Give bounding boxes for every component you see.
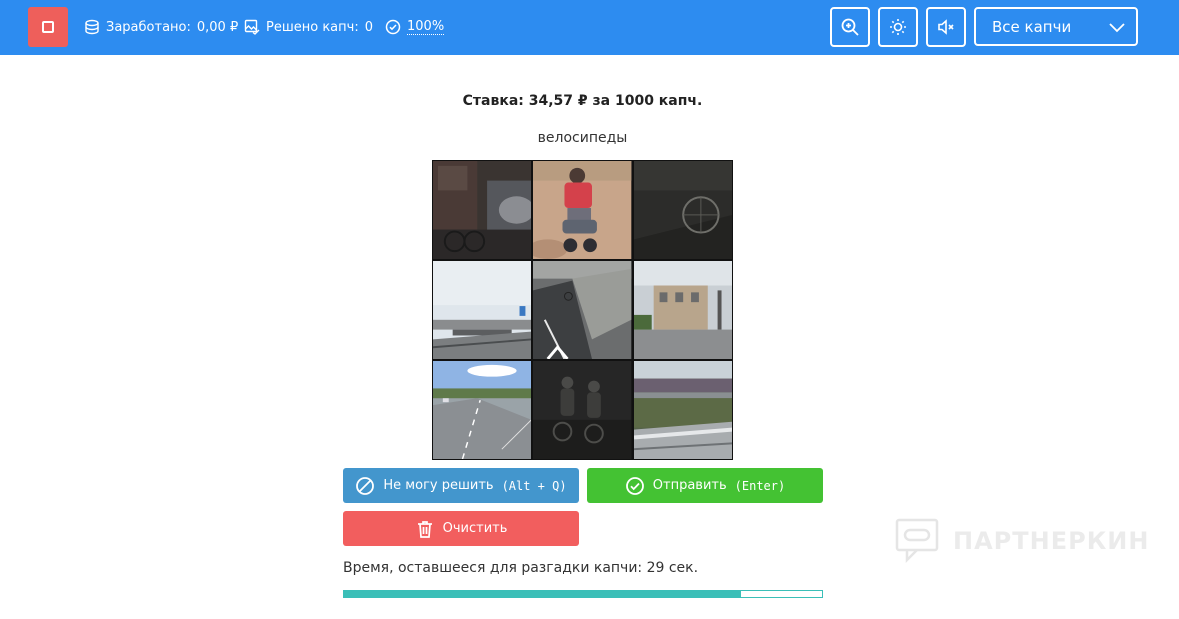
task-label: велосипеды	[537, 130, 628, 146]
watermark: ПАРТНЕРКИН	[893, 516, 1149, 566]
timer-text: Время, оставшееся для разгадки капчи: 29…	[343, 560, 699, 576]
captcha-tile-5[interactable]	[533, 261, 632, 359]
coins-icon	[85, 19, 99, 35]
rate-text: Ставка: 34,57 ₽ за 1000 капч.	[462, 93, 703, 109]
ban-icon	[356, 476, 375, 495]
submit-button[interactable]: Отправить (Enter)	[587, 468, 823, 503]
earned-label: Заработано:	[106, 19, 191, 35]
captcha-tile-6[interactable]	[633, 261, 732, 359]
image-check-icon	[244, 19, 260, 35]
solved-label: Решено капч:	[266, 19, 359, 35]
check-circle-icon	[625, 476, 644, 495]
captcha-tile-2[interactable]	[533, 161, 632, 259]
captcha-tile-3[interactable]	[633, 161, 732, 259]
submit-label: Отправить	[652, 478, 727, 493]
captcha-tile-7[interactable]	[433, 361, 532, 459]
trash-icon	[417, 520, 432, 538]
watermark-logo-icon	[895, 518, 939, 564]
submit-hotkey: (Enter)	[734, 478, 786, 493]
zoom-icon	[841, 18, 859, 36]
cant-solve-hotkey: (Alt + Q)	[501, 478, 567, 493]
earned-stat: Заработано: 0,00 ₽	[84, 18, 238, 36]
brightness-button[interactable]	[878, 7, 918, 47]
captcha-type-select[interactable]: Все капчи	[974, 7, 1138, 46]
top-bar: Заработано: 0,00 ₽ Решено капч: 0 100% В…	[0, 0, 1179, 55]
solved-value: 0	[364, 19, 373, 35]
captcha-tile-1[interactable]	[433, 161, 532, 259]
captcha-grid	[432, 160, 733, 460]
solved-stat: Решено капч: 0	[244, 18, 373, 36]
sound-button[interactable]	[926, 7, 966, 47]
captcha-type-value: Все капчи	[992, 17, 1072, 36]
earned-value: 0,00 ₽	[196, 19, 239, 35]
clear-label: Очистить	[442, 521, 508, 536]
check-circle-icon	[385, 19, 401, 35]
timer-progress-bar	[343, 590, 823, 598]
captcha-tile-4[interactable]	[433, 261, 532, 359]
chevron-down-icon	[1109, 22, 1125, 32]
zoom-button[interactable]	[830, 7, 870, 47]
stop-button[interactable]	[28, 7, 68, 47]
clear-button[interactable]: Очистить	[343, 511, 579, 546]
brightness-icon	[890, 19, 906, 35]
accuracy-stat[interactable]: 100%	[385, 18, 445, 36]
captcha-tile-9[interactable]	[633, 361, 732, 459]
timer-progress-fill	[344, 591, 741, 597]
mute-icon	[938, 19, 954, 35]
accuracy-value[interactable]: 100%	[407, 19, 445, 35]
cant-solve-button[interactable]: Не могу решить (Alt + Q)	[343, 468, 579, 503]
watermark-text: ПАРТНЕРКИН	[953, 527, 1150, 555]
cant-solve-label: Не могу решить	[383, 478, 494, 493]
stop-icon	[42, 21, 54, 33]
captcha-tile-8[interactable]	[533, 361, 632, 459]
